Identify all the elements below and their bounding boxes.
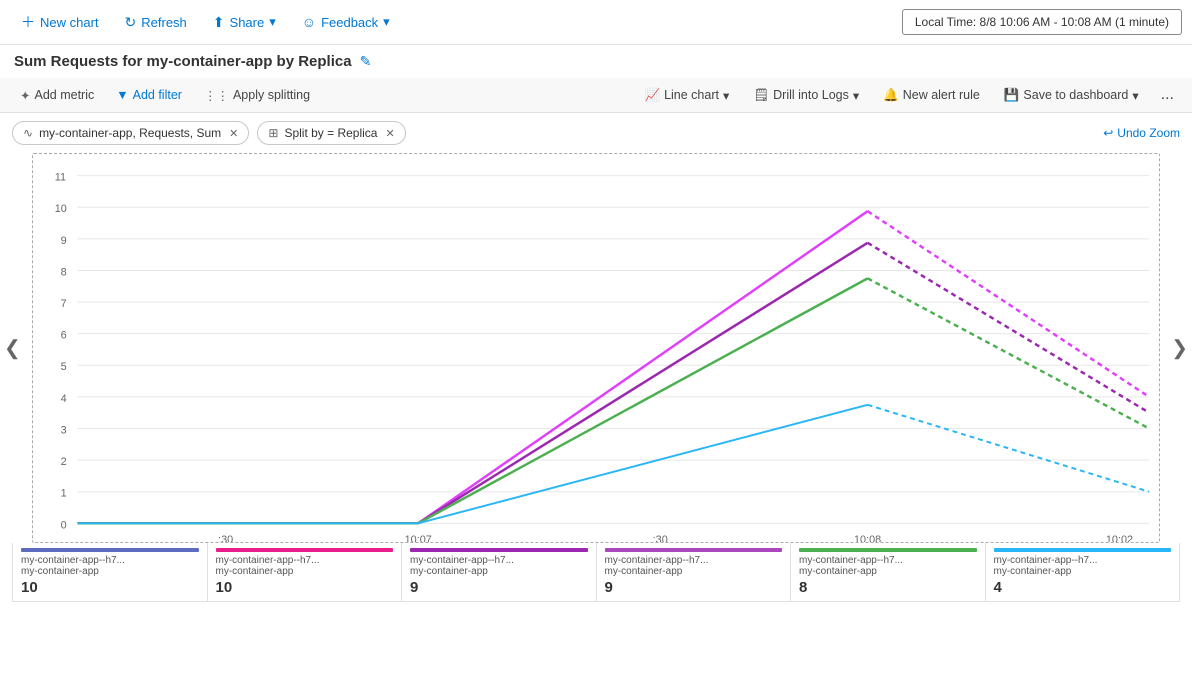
- metric-right-buttons: 📈 Line chart ▾ 🗒 Drill into Logs ▾ 🔔 New…: [634, 82, 1182, 108]
- alert-icon: 🔔: [883, 88, 899, 103]
- add-metric-button[interactable]: ✦ Add metric: [10, 84, 104, 107]
- legend-series-value: 10: [216, 579, 394, 596]
- svg-text:10:08: 10:08: [854, 534, 881, 542]
- legend-series-sub: my-container-app: [21, 566, 199, 577]
- legend-series-value: 8: [799, 579, 977, 596]
- legend-color-bar: [605, 548, 783, 552]
- legend-series-sub: my-container-app: [410, 566, 588, 577]
- share-button[interactable]: ⬆ Share ▾: [202, 8, 287, 37]
- chart-nav-right[interactable]: ❯: [1167, 332, 1192, 365]
- new-chart-button[interactable]: ＋ New chart: [10, 6, 110, 38]
- svg-text::30: :30: [218, 534, 233, 542]
- legend-item: my-container-app--h7... my-container-app…: [402, 543, 597, 601]
- legend-series-name: my-container-app--h7...: [216, 555, 394, 566]
- refresh-icon: ↻: [125, 14, 137, 31]
- svg-text:4: 4: [61, 393, 67, 405]
- legend-item: my-container-app--h7... my-container-app…: [13, 543, 208, 601]
- split-filter-tag[interactable]: ⊞ Split by = Replica ✕: [257, 121, 405, 145]
- legend-series-sub: my-container-app: [605, 566, 783, 577]
- svg-text:10:07: 10:07: [405, 534, 432, 542]
- drill-into-logs-button[interactable]: 🗒 Drill into Logs ▾: [743, 84, 869, 107]
- svg-text:9: 9: [61, 235, 67, 247]
- legend-color-bar: [216, 548, 394, 552]
- legend-series-value: 10: [21, 579, 199, 596]
- share-dropdown-icon: ▾: [269, 14, 276, 30]
- title-row: Sum Requests for my-container-app by Rep…: [0, 45, 1192, 78]
- feedback-button[interactable]: ☺ Feedback ▾: [291, 8, 401, 36]
- svg-text:1: 1: [61, 488, 67, 500]
- metric-toolbar: ✦ Add metric ▼ Add filter ⋮⋮ Apply split…: [0, 78, 1192, 113]
- filter-icon: ▼: [116, 88, 128, 102]
- legend-series-value: 4: [994, 579, 1172, 596]
- save-dropdown-icon: ▾: [1132, 88, 1138, 103]
- metric-filter-remove[interactable]: ✕: [229, 127, 238, 140]
- edit-title-icon[interactable]: ✎: [360, 53, 372, 70]
- add-filter-button[interactable]: ▼ Add filter: [106, 84, 192, 106]
- split-icon: ⋮⋮: [204, 88, 229, 103]
- svg-text:3: 3: [61, 424, 67, 436]
- feedback-icon: ☺: [302, 14, 316, 30]
- svg-text:11: 11: [55, 172, 66, 184]
- legend-series-sub: my-container-app: [994, 566, 1172, 577]
- line-chart-icon: 📈: [644, 88, 660, 103]
- save-to-dashboard-button[interactable]: 💾 Save to dashboard ▾: [994, 84, 1149, 107]
- legend-series-value: 9: [410, 579, 588, 596]
- legend-color-bar: [994, 548, 1172, 552]
- chart-nav-left[interactable]: ❮: [0, 332, 25, 365]
- legend-color-bar: [799, 548, 977, 552]
- svg-text:7: 7: [61, 298, 67, 310]
- svg-text:6: 6: [61, 330, 67, 342]
- add-metric-icon: ✦: [20, 88, 30, 103]
- svg-text:8: 8: [61, 266, 67, 278]
- legend-row: my-container-app--h7... my-container-app…: [12, 543, 1180, 602]
- undo-zoom-button[interactable]: ↩ Undo Zoom: [1103, 126, 1180, 140]
- svg-text:10: 10: [55, 203, 67, 215]
- legend-item: my-container-app--h7... my-container-app…: [597, 543, 792, 601]
- svg-text:5: 5: [61, 361, 67, 373]
- svg-text:0: 0: [61, 519, 67, 531]
- line-chart-button[interactable]: 📈 Line chart ▾: [634, 84, 739, 107]
- line-chart-dropdown-icon: ▾: [723, 88, 729, 103]
- legend-item: my-container-app--h7... my-container-app…: [791, 543, 986, 601]
- legend-item: my-container-app--h7... my-container-app…: [208, 543, 403, 601]
- top-toolbar: ＋ New chart ↻ Refresh ⬆ Share ▾ ☺ Feedba…: [0, 0, 1192, 45]
- legend-item: my-container-app--h7... my-container-app…: [986, 543, 1180, 601]
- drill-icon: 🗒: [753, 88, 769, 103]
- drill-dropdown-icon: ▾: [853, 88, 859, 103]
- plus-icon: ＋: [21, 12, 35, 32]
- split-tag-icon: ⊞: [268, 126, 278, 140]
- chart-container: 0 1 2 3 4 5 6 7 8 9 10 11 :3: [32, 153, 1160, 543]
- legend-series-sub: my-container-app: [799, 566, 977, 577]
- svg-text:2: 2: [61, 456, 67, 468]
- more-options-button[interactable]: ...: [1153, 82, 1182, 108]
- legend-series-name: my-container-app--h7...: [799, 555, 977, 566]
- chart-area-wrapper: ❮ 0 1 2 3 4 5 6 7 8 9 10 11: [20, 153, 1172, 543]
- feedback-dropdown-icon: ▾: [383, 14, 390, 30]
- filter-row: ∿ my-container-app, Requests, Sum ✕ ⊞ Sp…: [0, 113, 1192, 153]
- apply-splitting-button[interactable]: ⋮⋮ Apply splitting: [194, 84, 320, 107]
- svg-text::30: :30: [653, 534, 668, 542]
- legend-series-sub: my-container-app: [216, 566, 394, 577]
- legend-series-name: my-container-app--h7...: [21, 555, 199, 566]
- chart-svg: 0 1 2 3 4 5 6 7 8 9 10 11 :3: [33, 154, 1159, 542]
- legend-series-value: 9: [605, 579, 783, 596]
- metric-filter-tag[interactable]: ∿ my-container-app, Requests, Sum ✕: [12, 121, 249, 145]
- legend-color-bar: [410, 548, 588, 552]
- legend-series-name: my-container-app--h7...: [605, 555, 783, 566]
- new-alert-rule-button[interactable]: 🔔 New alert rule: [873, 84, 990, 107]
- chart-title: Sum Requests for my-container-app by Rep…: [14, 53, 352, 70]
- split-filter-remove[interactable]: ✕: [385, 127, 394, 140]
- save-icon: 💾: [1004, 88, 1020, 103]
- metric-tag-icon: ∿: [23, 126, 33, 140]
- time-range-button[interactable]: Local Time: 8/8 10:06 AM - 10:08 AM (1 m…: [902, 9, 1182, 35]
- svg-text:10:02: 10:02: [1106, 534, 1133, 542]
- share-icon: ⬆: [213, 14, 225, 31]
- undo-zoom-icon: ↩: [1103, 126, 1113, 140]
- legend-series-name: my-container-app--h7...: [410, 555, 588, 566]
- legend-color-bar: [21, 548, 199, 552]
- refresh-button[interactable]: ↻ Refresh: [114, 8, 198, 37]
- legend-series-name: my-container-app--h7...: [994, 555, 1172, 566]
